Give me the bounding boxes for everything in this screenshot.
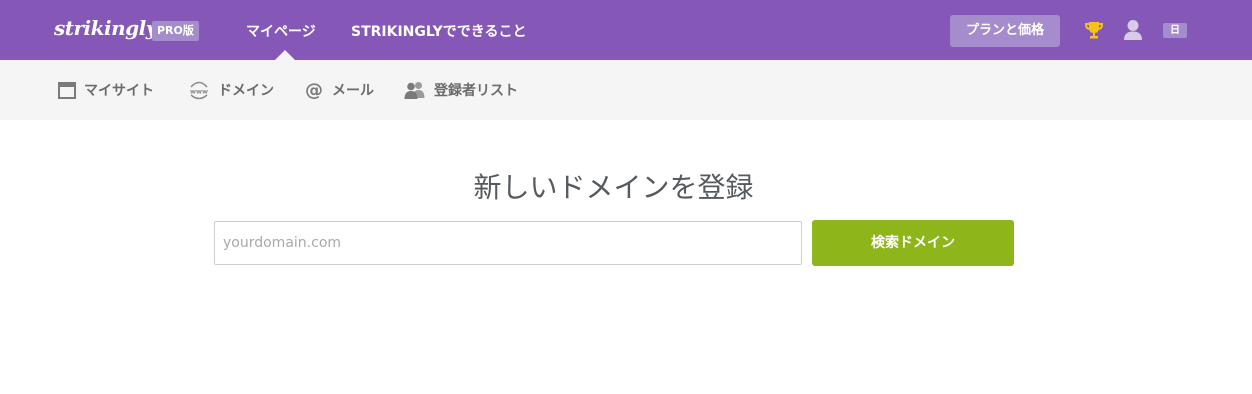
user-icon[interactable] bbox=[1123, 19, 1143, 41]
subnav-item-label: マイサイト bbox=[84, 83, 154, 99]
subnav-item-label: 登録者リスト bbox=[434, 83, 518, 99]
search-domain-button[interactable]: 検索ドメイン bbox=[812, 220, 1014, 266]
subnav-item-mail[interactable]: @ メール bbox=[304, 80, 374, 100]
pro-badge: PRO版 bbox=[152, 21, 199, 41]
subnav-item-label: ドメイン bbox=[218, 83, 274, 99]
nav-mypage-link[interactable]: マイページ bbox=[246, 21, 316, 41]
browser-window-icon bbox=[58, 81, 76, 99]
domain-search-input[interactable] bbox=[214, 221, 802, 265]
sub-navigation-bar: マイサイト www ドメイン @ メール 登録者リスト bbox=[0, 60, 1252, 120]
nav-features-link[interactable]: STRIKINGLYでできること bbox=[351, 21, 527, 41]
www-globe-icon: www bbox=[190, 81, 208, 100]
subnav-item-domains[interactable]: www ドメイン bbox=[188, 80, 274, 100]
users-icon bbox=[404, 82, 425, 99]
strikingly-logo[interactable]: strikingly bbox=[54, 16, 157, 40]
svg-text:@: @ bbox=[305, 80, 323, 100]
at-sign-icon: @ bbox=[305, 80, 323, 100]
page-title: 新しいドメインを登録 bbox=[473, 171, 754, 204]
subnav-item-subscribers[interactable]: 登録者リスト bbox=[404, 80, 518, 100]
language-switcher[interactable]: 日 bbox=[1163, 23, 1187, 38]
svg-text:www: www bbox=[190, 88, 208, 96]
active-nav-caret bbox=[275, 50, 295, 60]
subnav-item-label: メール bbox=[332, 83, 374, 99]
subnav-item-my-sites[interactable]: マイサイト bbox=[58, 80, 154, 100]
top-navigation-bar: strikingly PRO版 マイページ STRIKINGLYでできること プ… bbox=[0, 0, 1252, 60]
trophy-icon[interactable] bbox=[1084, 20, 1104, 40]
plans-pricing-button[interactable]: プランと価格 bbox=[950, 15, 1060, 47]
